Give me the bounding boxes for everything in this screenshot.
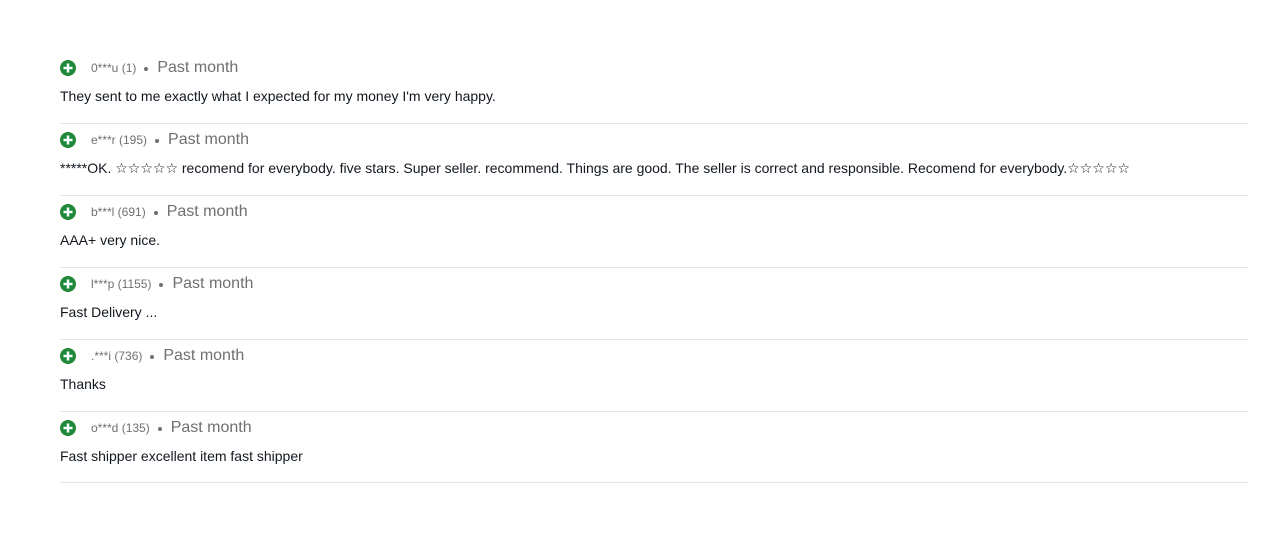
positive-plus-icon	[60, 132, 76, 148]
feedback-time: Past month	[166, 203, 248, 220]
positive-plus-icon	[60, 60, 76, 76]
feedback-comment: Fast shipper excellent item fast shipper	[60, 448, 303, 464]
feedback-item: e***r (195) Past month *****OK. ☆☆☆☆☆ re…	[60, 124, 1248, 196]
feedback-comment: *****OK. ☆☆☆☆☆ recomend for everybody. f…	[60, 160, 1130, 176]
feedback-item: o***d (135) Past month Fast shipper exce…	[60, 412, 1248, 483]
feedback-meta: o***d (135) Past month	[60, 419, 252, 437]
feedback-time: Past month	[157, 59, 239, 76]
separator-dot	[159, 283, 164, 287]
reviewer-name: 0***u (1)	[91, 61, 137, 75]
feedback-meta: l***p (1155) Past month	[60, 275, 253, 293]
feedback-time: Past month	[172, 275, 254, 292]
feedback-meta: e***r (195) Past month	[60, 131, 249, 149]
feedback-comment: They sent to me exactly what I expected …	[60, 88, 496, 104]
feedback-item: l***p (1155) Past month Fast Delivery ..…	[60, 268, 1248, 340]
feedback-item: b***l (691) Past month AAA+ very nice.	[60, 196, 1248, 268]
feedback-time: Past month	[168, 131, 249, 148]
feedback-meta: b***l (691) Past month	[60, 203, 248, 221]
feedback-item: 0***u (1) Past month They sent to me exa…	[60, 52, 1248, 124]
feedback-item: .***i (736) Past month Thanks	[60, 340, 1248, 412]
reviewer-name: b***l (691)	[91, 205, 146, 219]
positive-plus-icon	[60, 204, 76, 220]
separator-dot	[150, 355, 155, 359]
reviewer-name: l***p (1155)	[91, 277, 152, 291]
feedback-comment: Thanks	[60, 376, 106, 392]
feedback-meta: 0***u (1) Past month	[60, 59, 238, 77]
separator-dot	[157, 427, 162, 431]
feedback-time: Past month	[170, 419, 252, 436]
feedback-meta: .***i (736) Past month	[60, 347, 244, 365]
positive-plus-icon	[60, 348, 76, 364]
positive-plus-icon	[60, 276, 76, 292]
reviewer-name: e***r (195)	[91, 133, 148, 147]
reviewer-name: .***i (736)	[91, 349, 143, 363]
separator-dot	[155, 139, 160, 143]
reviewer-name: o***d (135)	[91, 421, 150, 435]
feedback-list: 0***u (1) Past month They sent to me exa…	[60, 52, 1248, 483]
feedback-comment: AAA+ very nice.	[60, 232, 160, 248]
positive-plus-icon	[60, 420, 76, 436]
separator-dot	[153, 211, 158, 215]
feedback-time: Past month	[163, 347, 245, 364]
separator-dot	[144, 67, 149, 71]
feedback-comment: Fast Delivery ...	[60, 304, 158, 320]
